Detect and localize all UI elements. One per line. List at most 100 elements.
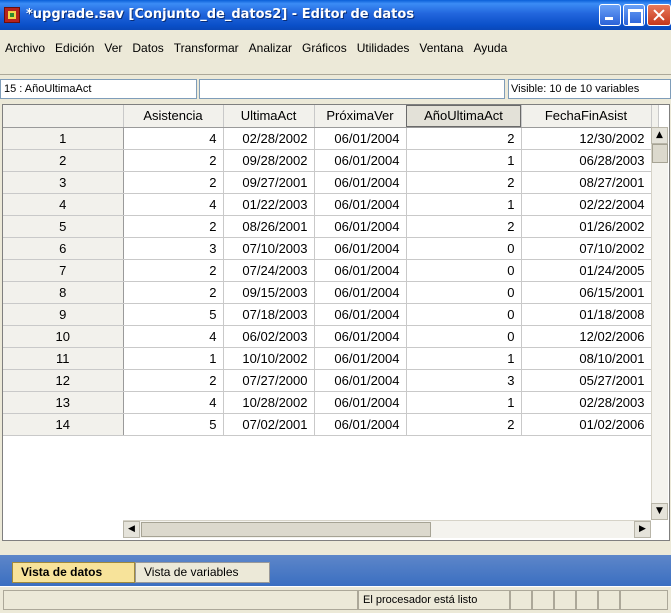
spss-app-icon[interactable] [4,7,20,23]
data-cell[interactable]: 06/15/2001 [521,281,652,304]
data-cell[interactable]: 06/01/2004 [314,347,407,370]
data-cell[interactable]: 4 [123,391,224,414]
data-cell[interactable]: 07/24/2003 [223,259,315,282]
data-cell[interactable]: 1 [123,347,224,370]
data-cell[interactable]: 02/22/2004 [521,193,652,216]
data-cell[interactable]: 07/10/2003 [223,237,315,260]
menu-item-ventana[interactable]: Ventana [414,39,468,57]
column-header[interactable]: PróximaVer [314,105,407,128]
row-number-header[interactable]: 13 [3,391,124,414]
data-cell[interactable]: 2 [406,215,522,238]
data-cell[interactable]: 06/01/2004 [314,127,407,150]
tab-data-view[interactable]: Vista de datos [12,562,135,583]
data-cell[interactable]: 01/18/2008 [521,303,652,326]
column-header[interactable]: Asistencia [123,105,224,128]
row-number-header[interactable]: 4 [3,193,124,216]
data-cell[interactable]: 08/27/2001 [521,171,652,194]
data-cell[interactable]: 06/01/2004 [314,259,407,282]
data-cell[interactable]: 0 [406,281,522,304]
data-cell[interactable]: 12/02/2006 [521,325,652,348]
menu-item-archivo[interactable]: Archivo [0,39,50,57]
data-cell[interactable]: 1 [406,193,522,216]
data-cell[interactable]: 1 [406,347,522,370]
row-number-header[interactable]: 11 [3,347,124,370]
column-header[interactable]: UltimaAct [223,105,315,128]
minimize-button[interactable] [599,4,621,26]
data-cell[interactable]: 2 [123,171,224,194]
data-cell[interactable]: 06/02/2003 [223,325,315,348]
data-cell[interactable]: 06/01/2004 [314,325,407,348]
row-number-header[interactable]: 1 [3,127,124,150]
menu-item-edicion[interactable]: Edición [50,39,99,57]
horizontal-scroll-thumb[interactable] [141,522,431,537]
row-number-header[interactable]: 8 [3,281,124,304]
data-cell[interactable]: 05/27/2001 [521,369,652,392]
corner-header[interactable] [3,105,124,128]
scroll-down-button[interactable]: ▼ [651,503,668,520]
data-cell[interactable]: 01/22/2003 [223,193,315,216]
data-cell[interactable]: 06/01/2004 [314,149,407,172]
data-cell[interactable]: 06/01/2004 [314,369,407,392]
data-cell[interactable]: 4 [123,325,224,348]
data-cell[interactable]: 06/01/2004 [314,237,407,260]
column-header[interactable]: FechaFinAsist [521,105,652,128]
data-cell[interactable]: 09/28/2002 [223,149,315,172]
data-cell[interactable]: 06/01/2004 [314,281,407,304]
scroll-left-button[interactable]: ◀ [123,521,140,538]
data-cell[interactable]: 07/18/2003 [223,303,315,326]
vertical-scroll-thumb[interactable] [652,144,668,163]
data-cell[interactable]: 2 [406,127,522,150]
data-cell[interactable]: 06/01/2004 [314,171,407,194]
row-number-header[interactable]: 10 [3,325,124,348]
row-number-header[interactable]: 14 [3,413,124,436]
data-cell[interactable]: 06/01/2004 [314,391,407,414]
data-cell[interactable]: 09/15/2003 [223,281,315,304]
tab-variable-view[interactable]: Vista de variables [135,562,270,583]
data-cell[interactable]: 0 [406,237,522,260]
row-number-header[interactable]: 6 [3,237,124,260]
menu-item-analizar[interactable]: Analizar [244,39,297,57]
data-cell[interactable]: 4 [123,127,224,150]
data-cell[interactable]: 09/27/2001 [223,171,315,194]
menu-item-utilidades[interactable]: Utilidades [352,39,415,57]
data-cell[interactable]: 0 [406,303,522,326]
data-cell[interactable]: 4 [123,193,224,216]
data-cell[interactable]: 01/26/2002 [521,215,652,238]
data-cell[interactable]: 07/10/2002 [521,237,652,260]
data-cell[interactable]: 1 [406,391,522,414]
maximize-button[interactable] [623,4,645,26]
scroll-up-button[interactable]: ▲ [651,127,668,144]
cell-reference-field[interactable]: 15 : AñoUltimaAct [0,79,197,99]
data-cell[interactable]: 07/02/2001 [223,413,315,436]
row-number-header[interactable]: 12 [3,369,124,392]
menu-item-graficos[interactable]: Gráficos [297,39,352,57]
data-cell[interactable]: 3 [123,237,224,260]
row-number-header[interactable]: 3 [3,171,124,194]
data-cell[interactable]: 2 [123,149,224,172]
title-bar[interactable]: *upgrade.sav [Conjunto_de_datos2] - Edit… [0,0,671,30]
data-cell[interactable]: 0 [406,325,522,348]
data-cell[interactable]: 08/26/2001 [223,215,315,238]
data-cell[interactable]: 1 [406,149,522,172]
data-cell[interactable]: 2 [123,369,224,392]
data-cell[interactable]: 01/24/2005 [521,259,652,282]
data-cell[interactable]: 06/01/2004 [314,303,407,326]
column-header[interactable]: AñoUltimaAct [406,105,522,128]
data-cell[interactable]: 06/01/2004 [314,215,407,238]
data-cell[interactable]: 02/28/2002 [223,127,315,150]
data-cell[interactable]: 5 [123,303,224,326]
cell-value-input[interactable] [199,79,505,99]
data-cell[interactable]: 10/10/2002 [223,347,315,370]
scroll-right-button[interactable]: ▶ [634,521,651,538]
row-number-header[interactable]: 7 [3,259,124,282]
horizontal-scrollbar[interactable]: ◀ ▶ [123,520,651,538]
row-number-header[interactable]: 5 [3,215,124,238]
row-number-header[interactable]: 9 [3,303,124,326]
menu-item-ver[interactable]: Ver [99,39,127,57]
data-cell[interactable]: 2 [123,215,224,238]
data-cell[interactable]: 2 [123,259,224,282]
data-cell[interactable]: 3 [406,369,522,392]
vertical-scrollbar[interactable]: ▲ ▼ [651,127,668,520]
data-cell[interactable]: 12/30/2002 [521,127,652,150]
data-cell[interactable]: 02/28/2003 [521,391,652,414]
